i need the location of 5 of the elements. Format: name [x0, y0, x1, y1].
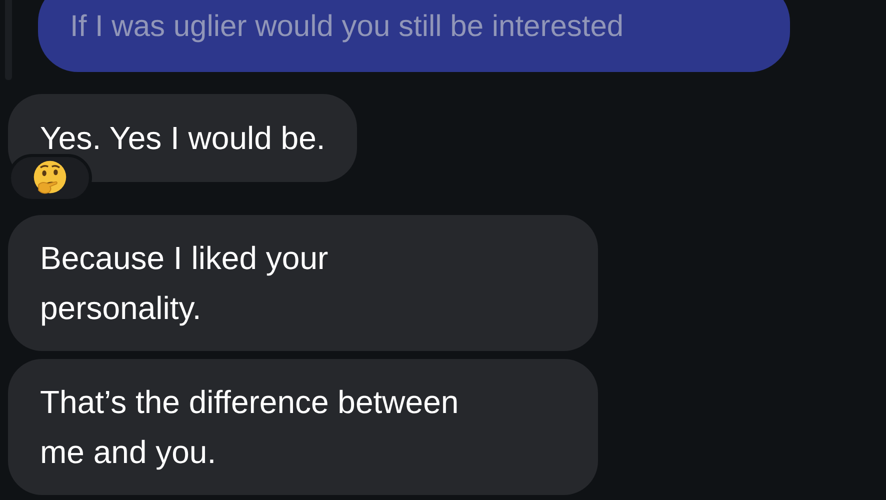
message-bubble: If I was uglier would you still be interested: [38, 0, 790, 72]
message-bubble: Because I liked your personality.: [8, 215, 598, 351]
thinking-emoji-icon: [31, 159, 69, 197]
message-bubble: Yes. Yes I would be.: [8, 94, 358, 182]
message-bubble: That’s the difference between me and you.: [8, 359, 598, 495]
